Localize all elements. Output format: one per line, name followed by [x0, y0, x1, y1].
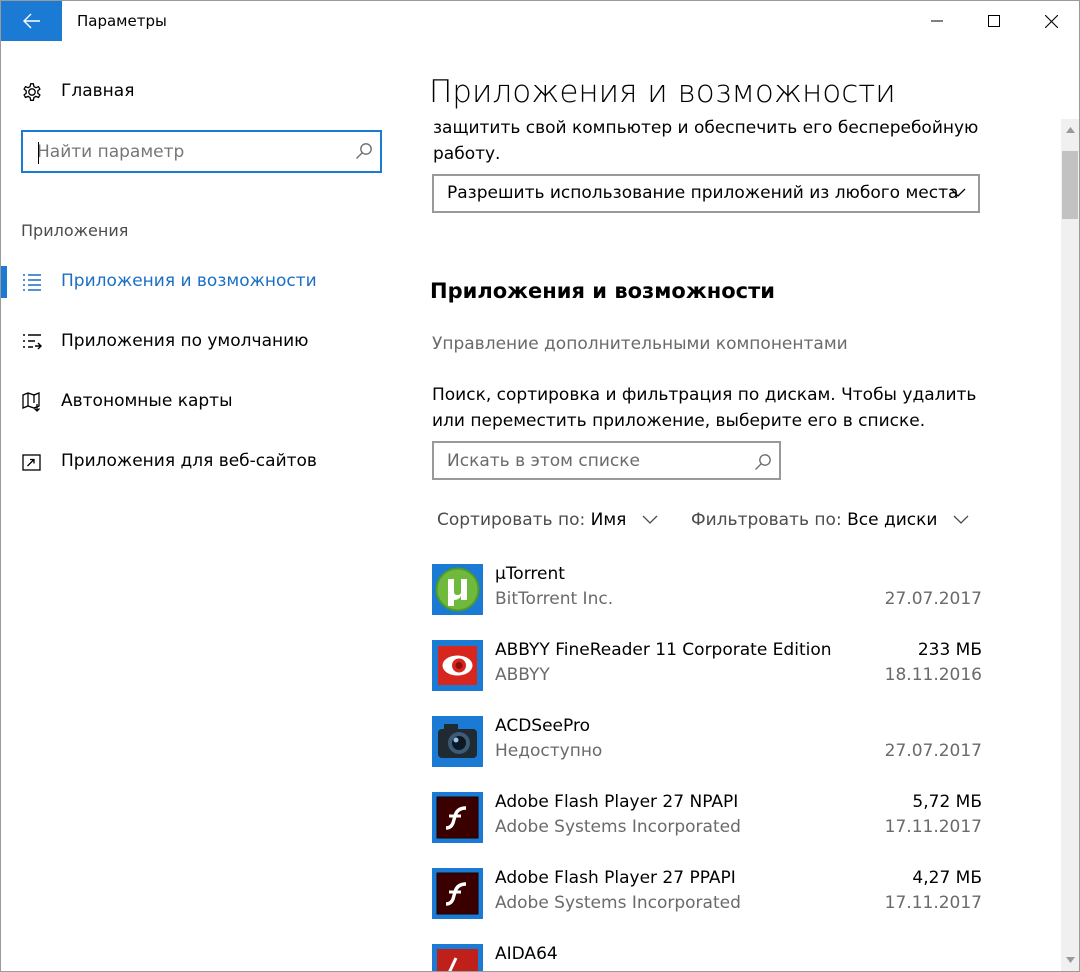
- sidebar-item-label: Автономные карты: [61, 391, 233, 411]
- drive-filter-dropdown[interactable]: Фильтровать по: Все диски: [691, 510, 969, 530]
- app-install-date: 17.11.2017: [884, 817, 982, 837]
- minimize-icon: [931, 20, 943, 22]
- chevron-down-icon: [953, 515, 969, 524]
- settings-window: Параметры Главная Найти параметр Приложе…: [0, 0, 1080, 972]
- app-size: 5,72 МБ: [912, 792, 982, 812]
- maximize-icon: [988, 15, 1000, 27]
- chevron-down-icon: [1065, 957, 1075, 963]
- app-size: 4,27 МБ: [912, 868, 982, 888]
- chevron-down-icon: [642, 515, 658, 524]
- chevron-down-icon: [950, 188, 966, 197]
- abbyy-icon: [432, 640, 483, 691]
- sidebar-item-label: Приложения для веб-сайтов: [61, 451, 317, 471]
- map-icon: [22, 392, 40, 412]
- sidebar-item-offline-maps[interactable]: Автономные карты: [1, 380, 401, 424]
- app-name: µTorrent: [495, 564, 565, 584]
- app-list-search-input[interactable]: [447, 450, 737, 472]
- gear-icon: [23, 83, 41, 101]
- app-publisher: Adobe Systems Incorporated: [495, 893, 741, 913]
- sidebar-item-label: Приложения по умолчанию: [61, 331, 309, 351]
- app-install-date: 27.07.2017: [884, 589, 982, 609]
- app-list-item[interactable]: ABBYY FineReader 11 Corporate Edition AB…: [432, 640, 982, 700]
- sort-value: Имя: [590, 510, 627, 530]
- app-publisher: Недоступно: [495, 741, 603, 761]
- app-install-date: 17.11.2017: [884, 893, 982, 913]
- acdsee-icon: [432, 716, 483, 767]
- app-list-item[interactable]: Adobe Flash Player 27 PPAPI Adobe System…: [432, 868, 982, 928]
- search-icon[interactable]: [355, 142, 373, 160]
- settings-search-box[interactable]: [21, 130, 382, 173]
- app-publisher: BitTorrent Inc.: [495, 589, 614, 609]
- list-icon: [23, 274, 41, 291]
- sidebar-item-apps-features[interactable]: Приложения и возможности: [1, 260, 401, 304]
- window-title: Параметры: [77, 12, 167, 30]
- close-icon: [1044, 14, 1058, 28]
- dropdown-selected-value: Разрешить использование приложений из лю…: [447, 183, 959, 203]
- app-list-item[interactable]: Adobe Flash Player 27 NPAPI Adobe System…: [432, 792, 982, 852]
- install-intro-text: защитить свой компьютер и обеспечить его…: [433, 118, 979, 164]
- title-bar: Параметры: [1, 1, 1079, 41]
- back-arrow-icon: [22, 13, 40, 29]
- active-indicator: [1, 266, 7, 298]
- web-link-icon: [22, 454, 41, 471]
- chevron-up-icon: [1065, 127, 1075, 133]
- filter-value: Все диски: [847, 510, 938, 530]
- app-publisher: Adobe Systems Incorporated: [495, 817, 741, 837]
- app-install-source-dropdown[interactable]: Разрешить использование приложений из лю…: [432, 174, 980, 213]
- app-install-date: 18.11.2016: [884, 665, 982, 685]
- sidebar-item-label: Приложения и возможности: [61, 271, 317, 291]
- sort-dropdown[interactable]: Сортировать по: Имя: [437, 510, 658, 530]
- settings-search-input[interactable]: [37, 140, 337, 164]
- page-title: Приложения и возможности: [429, 74, 896, 110]
- vertical-scrollbar[interactable]: [1061, 119, 1079, 971]
- app-list-item[interactable]: ACDSeePro Недоступно 27.07.2017: [432, 716, 982, 776]
- app-list-item[interactable]: µTorrent BitTorrent Inc. 27.07.2017: [432, 564, 982, 624]
- app-install-date: 27.07.2017: [884, 741, 982, 761]
- sidebar-section-label: Приложения: [21, 221, 129, 240]
- scroll-up-button[interactable]: [1061, 119, 1079, 141]
- utorrent-icon: [432, 564, 483, 615]
- back-button[interactable]: [1, 1, 62, 41]
- app-list-search-box[interactable]: [432, 441, 781, 480]
- scroll-down-button[interactable]: [1061, 949, 1079, 971]
- app-name: Adobe Flash Player 27 NPAPI: [495, 792, 739, 812]
- search-hint-text: Поиск, сортировка и фильтрация по дискам…: [432, 385, 977, 431]
- app-name: Adobe Flash Player 27 PPAPI: [495, 868, 736, 888]
- search-icon[interactable]: [754, 453, 772, 471]
- filter-label: Фильтровать по:: [691, 510, 842, 530]
- flash-icon: [432, 868, 483, 919]
- home-label: Главная: [61, 81, 135, 101]
- sort-label: Сортировать по:: [437, 510, 586, 530]
- sidebar-item-default-apps[interactable]: Приложения по умолчанию: [1, 320, 401, 364]
- flash-icon: [432, 792, 483, 843]
- app-name: ACDSeePro: [495, 716, 590, 736]
- section-title: Приложения и возможности: [430, 279, 775, 303]
- app-name: ABBYY FineReader 11 Corporate Edition: [495, 640, 832, 660]
- sidebar: Главная Приложения Приложения и возможно…: [1, 41, 401, 971]
- app-publisher: ABBYY: [495, 665, 550, 685]
- home-link[interactable]: Главная: [1, 77, 401, 107]
- sidebar-item-websites[interactable]: Приложения для веб-сайтов: [1, 440, 401, 484]
- aida64-icon: 64: [432, 944, 483, 971]
- text-caret: [38, 142, 39, 164]
- minimize-button[interactable]: [909, 1, 965, 41]
- optional-features-link[interactable]: Управление дополнительными компонентами: [432, 334, 848, 354]
- main-content: Приложения и возможности защитить свой к…: [401, 41, 1061, 971]
- default-apps-icon: [23, 334, 42, 350]
- maximize-button[interactable]: [966, 1, 1022, 41]
- app-list-item[interactable]: 64 AIDA64: [432, 944, 982, 971]
- close-button[interactable]: [1023, 1, 1079, 41]
- scroll-thumb[interactable]: [1062, 151, 1078, 219]
- app-name: AIDA64: [495, 944, 558, 964]
- app-size: 233 МБ: [917, 640, 982, 660]
